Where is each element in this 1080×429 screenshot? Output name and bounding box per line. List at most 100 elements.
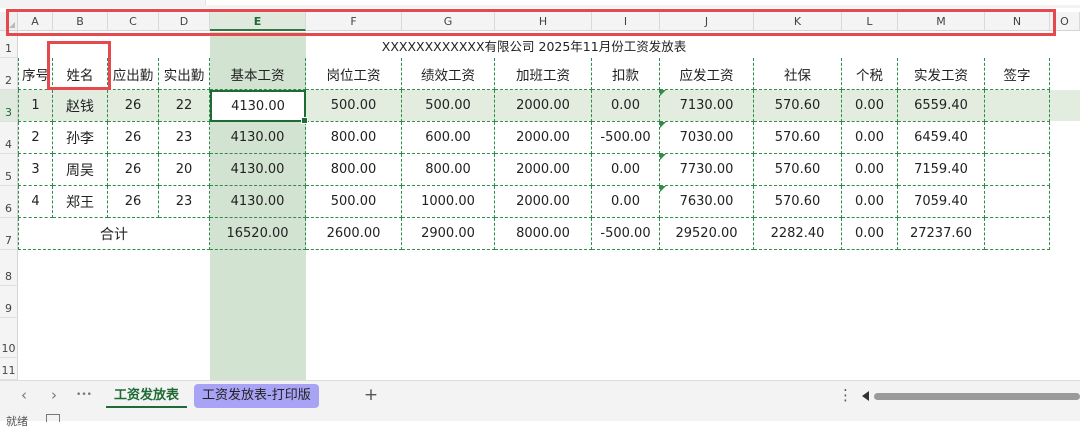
header-cell[interactable]: 基本工资 (210, 58, 306, 90)
row-header-7[interactable]: 7 (0, 218, 18, 250)
column-header-j[interactable]: J (660, 12, 754, 31)
row-header-8[interactable]: 8 (0, 250, 18, 286)
formula-input-area[interactable] (205, 0, 1080, 5)
total-cell[interactable]: -500.00 (592, 218, 660, 250)
data-cell[interactable]: 2 (18, 122, 53, 154)
data-cell[interactable]: 500.00 (402, 90, 495, 122)
scroll-left-icon[interactable] (862, 391, 869, 401)
header-cell[interactable]: 实出勤 (159, 58, 210, 90)
data-cell[interactable] (985, 90, 1050, 122)
column-header-h[interactable]: H (495, 12, 592, 31)
row-header-11[interactable]: 11 (0, 358, 18, 380)
row-header-5[interactable]: 5 (0, 154, 18, 186)
header-cell[interactable]: 序号 (18, 58, 53, 90)
row-header-10[interactable]: 10 (0, 318, 18, 358)
header-cell[interactable]: 个税 (842, 58, 898, 90)
prev-sheet-icon[interactable]: ‹ (14, 381, 34, 411)
total-label-cell[interactable]: 合计 (18, 218, 210, 250)
spreadsheet-grid[interactable]: XXXXXXXXXXXX有限公司 2025年11月份工资发放表 序号 姓名 应出勤 实出… (18, 32, 1080, 380)
column-header-i[interactable]: I (592, 12, 660, 31)
total-cell[interactable]: 2600.00 (306, 218, 402, 250)
data-cell[interactable]: 6559.40 (898, 90, 985, 122)
header-cell[interactable]: 姓名 (53, 58, 108, 90)
data-cell[interactable] (985, 154, 1050, 186)
header-cell[interactable]: 签字 (985, 58, 1050, 90)
column-header-n[interactable]: N (985, 12, 1050, 31)
header-cell[interactable]: 岗位工资 (306, 58, 402, 90)
data-cell[interactable]: 2000.00 (495, 154, 592, 186)
column-header-k[interactable]: K (754, 12, 842, 31)
data-cell[interactable]: 500.00 (306, 186, 402, 218)
row-header-3[interactable]: 3 (0, 90, 18, 122)
more-sheets-icon[interactable]: ••• (74, 381, 94, 411)
data-cell[interactable]: 7630.00 (660, 186, 754, 218)
header-cell[interactable]: 实发工资 (898, 58, 985, 90)
data-cell[interactable]: 0.00 (842, 122, 898, 154)
total-cell[interactable]: 29520.00 (660, 218, 754, 250)
data-cell[interactable]: 500.00 (306, 90, 402, 122)
data-cell[interactable]: 570.60 (754, 122, 842, 154)
scrollbar-thumb[interactable] (874, 393, 1080, 400)
employee-name-cell[interactable]: 郑王 (53, 186, 108, 218)
data-cell[interactable]: 4130.00 (210, 186, 306, 218)
data-cell[interactable] (985, 122, 1050, 154)
data-cell[interactable]: 570.60 (754, 90, 842, 122)
data-cell[interactable]: 20 (159, 154, 210, 186)
data-cell[interactable]: 22 (159, 90, 210, 122)
header-cell[interactable]: 加班工资 (495, 58, 592, 90)
row-header-4[interactable]: 4 (0, 122, 18, 154)
data-cell[interactable]: 570.60 (754, 186, 842, 218)
employee-name-cell[interactable]: 孙李 (53, 122, 108, 154)
total-cell[interactable] (985, 218, 1050, 250)
data-cell[interactable]: 4 (18, 186, 53, 218)
row-header-1[interactable]: 1 (0, 31, 18, 58)
column-header-e[interactable]: E (210, 12, 306, 31)
data-cell[interactable]: 7059.40 (898, 186, 985, 218)
header-cell[interactable]: 绩效工资 (402, 58, 495, 90)
data-cell[interactable]: 7159.40 (898, 154, 985, 186)
column-header-c[interactable]: C (108, 12, 159, 31)
data-cell[interactable]: 800.00 (306, 122, 402, 154)
total-cell[interactable]: 0.00 (842, 218, 898, 250)
employee-name-cell[interactable]: 周吴 (53, 154, 108, 186)
horizontal-scrollbar[interactable] (860, 387, 1080, 405)
data-cell[interactable]: 7130.00 (660, 90, 754, 122)
row-header-9[interactable]: 9 (0, 286, 18, 318)
data-cell[interactable]: 7730.00 (660, 154, 754, 186)
header-cell[interactable]: 扣款 (592, 58, 660, 90)
data-cell[interactable]: 4130.00 (210, 154, 306, 186)
data-cell[interactable]: 570.60 (754, 154, 842, 186)
column-header-d[interactable]: D (159, 12, 210, 31)
data-cell[interactable]: 2000.00 (495, 90, 592, 122)
column-header-g[interactable]: G (402, 12, 495, 31)
row-header-2[interactable]: 2 (0, 58, 18, 90)
total-cell[interactable]: 2900.00 (402, 218, 495, 250)
sheet-title[interactable]: XXXXXXXXXXXX有限公司 2025年11月份工资发放表 (18, 32, 1050, 58)
column-header-o[interactable]: O (1050, 12, 1080, 31)
data-cell[interactable]: 0.00 (842, 154, 898, 186)
employee-name-cell[interactable]: 赵钱 (53, 90, 108, 122)
data-cell[interactable]: 26 (108, 90, 159, 122)
header-cell[interactable]: 应出勤 (108, 58, 159, 90)
data-cell[interactable]: 800.00 (306, 154, 402, 186)
data-cell[interactable]: -500.00 (592, 122, 660, 154)
data-cell[interactable]: 1000.00 (402, 186, 495, 218)
data-cell[interactable]: 26 (108, 186, 159, 218)
select-all-corner[interactable] (0, 12, 18, 31)
column-header-a[interactable]: A (18, 12, 53, 31)
total-cell[interactable]: 8000.00 (495, 218, 592, 250)
data-cell[interactable]: 4130.00 (210, 90, 308, 124)
data-cell[interactable]: 6459.40 (898, 122, 985, 154)
data-cell[interactable]: 0.00 (592, 186, 660, 218)
data-cell[interactable]: 4130.00 (210, 122, 306, 154)
sheet-options-icon[interactable]: ⋮ (838, 381, 853, 411)
data-cell[interactable]: 26 (108, 154, 159, 186)
total-cell[interactable]: 2282.40 (754, 218, 842, 250)
total-cell[interactable]: 27237.60 (898, 218, 985, 250)
header-cell[interactable]: 社保 (754, 58, 842, 90)
column-header-b[interactable]: B (53, 12, 108, 31)
data-cell[interactable]: 0.00 (842, 90, 898, 122)
data-cell[interactable]: 23 (159, 122, 210, 154)
data-cell[interactable]: 0.00 (842, 186, 898, 218)
tab-salary-print-sheet[interactable]: 工资发放表-打印版 (194, 384, 319, 408)
